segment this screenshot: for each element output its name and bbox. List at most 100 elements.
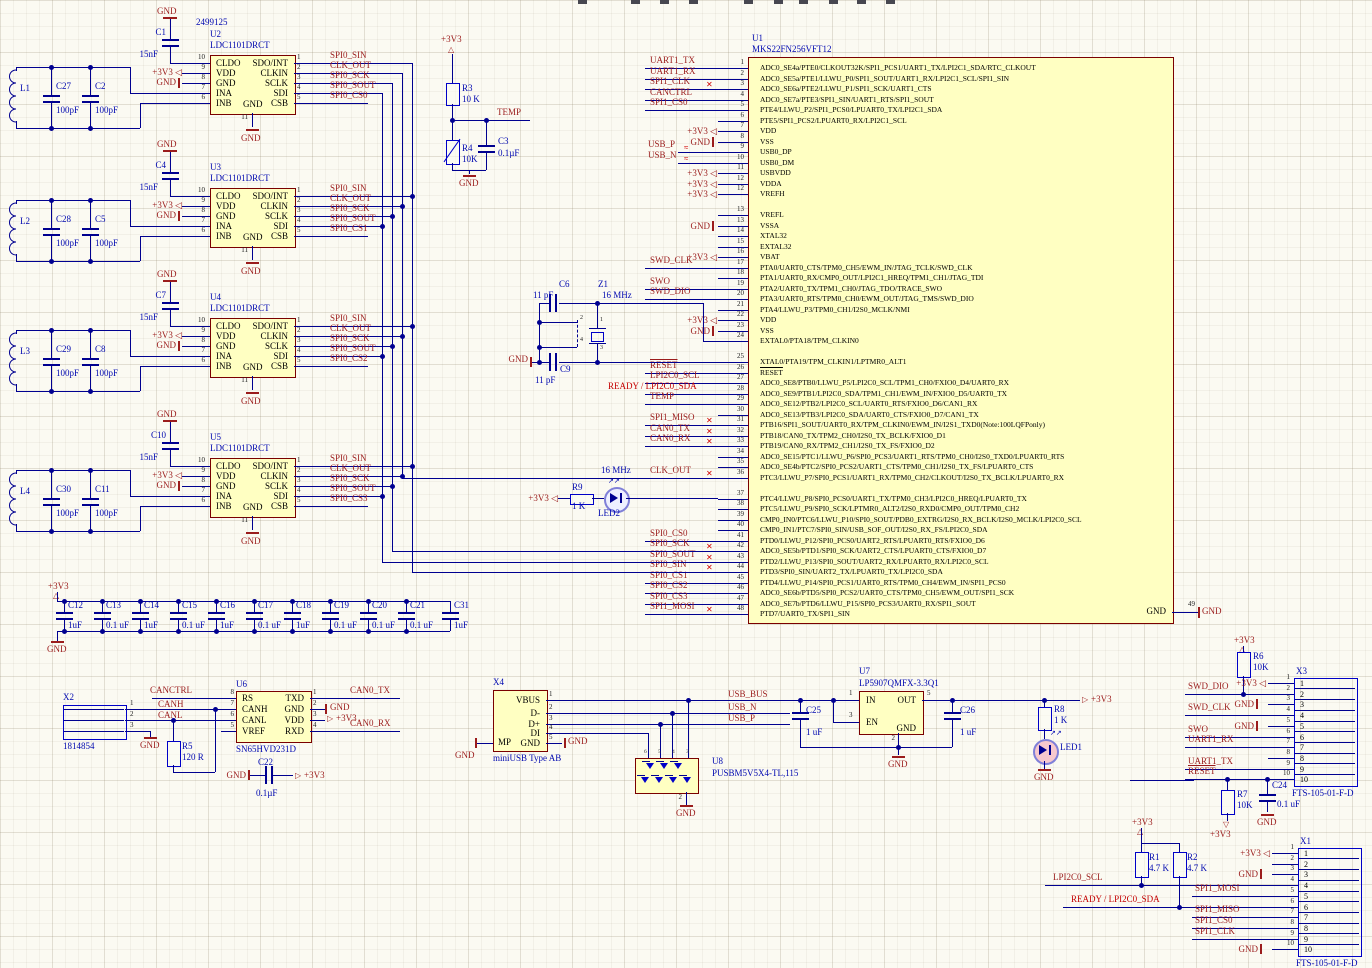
junction-dot xyxy=(176,629,181,634)
designator: L3 xyxy=(20,346,30,356)
wire xyxy=(539,347,577,348)
power-port: +3V3 ◁ xyxy=(1236,678,1266,688)
wire xyxy=(1130,779,1194,781)
value-label: 0.1 uF xyxy=(410,620,434,630)
designator: R6 xyxy=(1253,651,1264,661)
pin-number: 42 xyxy=(737,541,744,549)
pin-number: 2 xyxy=(678,793,683,801)
wire xyxy=(952,720,953,747)
connector-rung xyxy=(1295,699,1355,701)
designator: C5 xyxy=(95,214,106,224)
designator: LED2 xyxy=(598,508,620,518)
pin-name: INA xyxy=(216,351,232,361)
wire xyxy=(170,196,182,197)
pin-number: 11 xyxy=(241,376,248,384)
designator: U7 xyxy=(859,666,870,676)
wire xyxy=(90,103,91,128)
power-port: +3V3 ◁ xyxy=(687,189,717,199)
junction-dot xyxy=(1241,691,1246,697)
pin-number: 40 xyxy=(737,520,744,528)
junction-dot xyxy=(1139,883,1144,889)
power-port: +3V3 ◁ xyxy=(687,178,717,189)
junction-dot xyxy=(88,126,93,131)
cutoff-text-mark xyxy=(857,0,866,4)
net-label: SPI0_SOUT xyxy=(330,343,376,353)
resistor-symbol[interactable] xyxy=(1221,790,1235,815)
junction-dot xyxy=(328,629,333,634)
gnd-symbol xyxy=(1260,869,1262,880)
capacitor-symbol xyxy=(162,39,179,41)
value-label: 0.1 uF xyxy=(334,620,358,630)
crystal-body[interactable] xyxy=(591,332,604,342)
pin-name: PTA0/UART0_CTS/TPM0_CH5/EWM_IN/JTAG_TCLK… xyxy=(760,262,973,272)
designator: C24 xyxy=(1272,780,1288,790)
pin-name: ADC0_SE5a/PTE1/LLWU_P0/SPI1_SOUT/UART1_R… xyxy=(760,73,1010,83)
wire xyxy=(477,743,493,744)
pin-number: 45 xyxy=(737,572,744,581)
pin-name: SCLK xyxy=(264,341,288,351)
pin-name: VDD xyxy=(216,471,236,481)
gnd-label: GND xyxy=(156,480,177,490)
net-label: SPI1_CLK xyxy=(650,76,691,86)
pin-name: VDD xyxy=(760,126,777,135)
designator: C31 xyxy=(454,600,470,610)
wire xyxy=(140,236,141,261)
wire xyxy=(1192,895,1298,897)
resistor-symbol[interactable] xyxy=(446,140,460,165)
junction-dot xyxy=(537,320,542,325)
resistor-symbol[interactable] xyxy=(1173,852,1187,878)
capacitor-symbol xyxy=(265,766,267,784)
net-label: CLK_OUT xyxy=(330,193,371,203)
pin-number: 14 xyxy=(737,226,744,234)
junction-dot xyxy=(49,126,54,131)
pin-name: SDO/INT xyxy=(252,58,289,68)
pin-name: VREFH xyxy=(760,189,785,198)
capacitor-symbol xyxy=(549,353,551,371)
pin-name: PTC4/LLWU_P8/SPI0_PCS0/UART1_TX/TPM0_CH3… xyxy=(760,493,1027,503)
resistor-symbol[interactable] xyxy=(446,83,460,106)
pin-name: PTD4/LLWU_P14/SPI0_PCS1/UART0_RTS/TPM0_C… xyxy=(760,577,1006,587)
pin-number: 7 xyxy=(1290,907,1295,916)
gnd-label: GND xyxy=(1257,817,1277,827)
noerc-marker-icon: ✕ xyxy=(706,426,713,436)
pin-name: EXTAL0/PTA18/TPM_CLKIN0 xyxy=(760,336,859,345)
junction-dot xyxy=(537,360,542,365)
diode-symbol xyxy=(683,777,691,783)
value-label: 15nF xyxy=(139,452,158,462)
pin-name: USBVDD xyxy=(760,168,791,177)
value-label: 10K xyxy=(462,154,478,164)
designator: R5 xyxy=(182,741,193,751)
led-arrows-icon: ↗↗ xyxy=(1050,729,1062,737)
wire xyxy=(592,498,604,499)
resistor-symbol[interactable] xyxy=(1135,852,1149,878)
pin-number: 16 xyxy=(737,247,744,255)
wire xyxy=(294,366,310,367)
pin-number: 49 xyxy=(1188,600,1195,608)
resistor-symbol[interactable] xyxy=(1237,652,1251,678)
pin-number: 6 xyxy=(201,226,206,234)
pin-name: ADC0_SE15/PTC1/LLWU_P6/SPI0_PCS3/UART1_R… xyxy=(760,451,1065,461)
pin-number: 2 xyxy=(891,734,896,742)
pin-number: 5 xyxy=(297,356,301,364)
wire xyxy=(325,698,400,699)
wire xyxy=(130,226,182,227)
pin-number: 4 xyxy=(297,216,301,224)
net-label: USB_N xyxy=(728,702,757,712)
wire xyxy=(90,506,91,531)
wire xyxy=(648,733,649,760)
can-connector-x2-body[interactable] xyxy=(63,705,127,740)
wire xyxy=(170,63,182,64)
junction-dot xyxy=(404,629,409,634)
wire xyxy=(182,216,210,217)
capacitor-symbol xyxy=(322,612,339,614)
gnd-symbol xyxy=(178,211,180,221)
resistor-symbol[interactable] xyxy=(167,741,181,767)
pin-number: 1 xyxy=(297,316,301,324)
wire xyxy=(140,236,182,237)
pin-name: CMP0_IN1/PTC7/SPI0_SIN/USB_SOF_OUT/I2S0_… xyxy=(760,525,988,534)
wire xyxy=(645,299,718,300)
wire xyxy=(1179,843,1180,852)
pin-number: 3 xyxy=(740,79,745,87)
pin-number: 1 xyxy=(297,53,301,61)
crystal-case-dash xyxy=(577,320,578,347)
